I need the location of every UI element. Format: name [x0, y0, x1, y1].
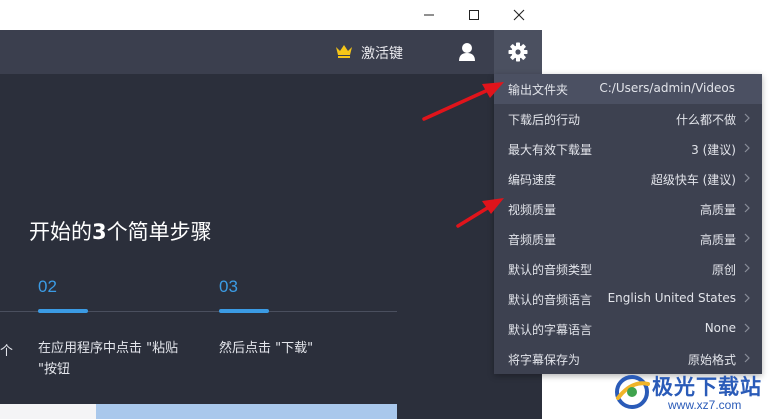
watermark-url: www.xz7.com [668, 398, 742, 412]
annotation-arrows [422, 82, 504, 228]
red-arrow-icon [456, 198, 504, 228]
watermark: 极光下载站 www.xz7.com [612, 370, 768, 416]
watermark-logo-icon [615, 375, 650, 409]
watermark-title: 极光下载站 [652, 375, 762, 399]
red-arrow-icon [422, 82, 504, 121]
